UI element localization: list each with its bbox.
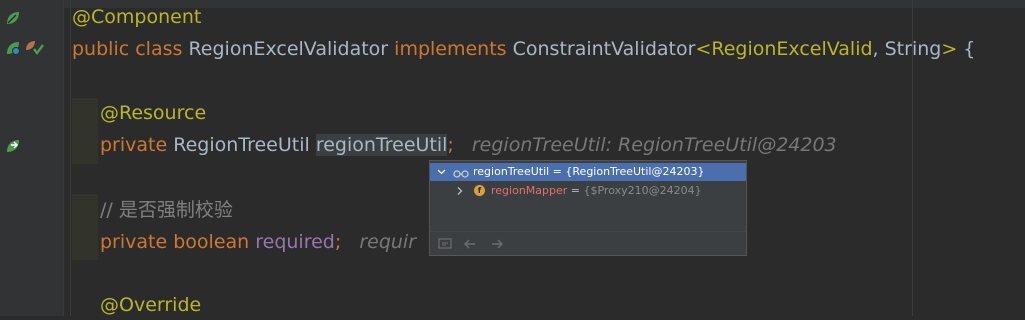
inline-debug-value: regionTreeUtil: RegionTreeUtil@24203 [471, 134, 837, 156]
type-name: RegionTreeUtil [173, 134, 310, 156]
brace-open: { [957, 38, 976, 60]
node-value: {$Proxy210@24204} [583, 184, 702, 197]
keyword-class: class [135, 38, 183, 60]
interface-name: ConstraintValidator [512, 38, 696, 60]
node-name: regionMapper [491, 184, 568, 197]
generic-type: RegionExcelValid [711, 38, 873, 60]
code-line-6[interactable]: private boolean required; requir [100, 227, 416, 257]
keyword-public: public [72, 38, 130, 60]
class-name: RegionExcelValidator [188, 38, 389, 60]
inline-debug-value: requir [359, 231, 417, 253]
field-name: required [255, 231, 335, 253]
indent-highlight [72, 194, 98, 260]
indent-guide [70, 0, 71, 316]
node-name: regionTreeUtil [473, 165, 550, 178]
code-line-2[interactable]: public class RegionExcelValidator implem… [72, 34, 975, 64]
generic-close: > [941, 38, 958, 60]
debug-value-popup[interactable]: regionTreeUtil = {RegionTreeUtil@24203} … [429, 160, 747, 256]
keyword-private: private [100, 134, 168, 156]
tree-node-regionTreeUtil[interactable]: regionTreeUtil = {RegionTreeUtil@24203} [430, 163, 746, 181]
field-name-hovered[interactable]: regionTreeUtil [315, 134, 448, 156]
keyword-boolean: boolean [173, 231, 250, 253]
indent-highlight [72, 98, 98, 164]
chevron-right-icon[interactable] [455, 182, 464, 207]
spring-bean-icon[interactable] [5, 10, 19, 24]
comment: // 是否强制校验 [100, 199, 233, 221]
spring-bean-search-icon[interactable] [5, 40, 20, 55]
keyword-private: private [100, 231, 168, 253]
navigate-arrow-icon[interactable] [5, 138, 19, 152]
generic-string: , String [872, 38, 942, 60]
annotation-resource: @Resource [100, 102, 207, 124]
back-arrow-icon[interactable] [463, 232, 477, 264]
code-line-3[interactable]: @Resource [100, 98, 206, 128]
code-line-4[interactable]: private RegionTreeUtil regionTreeUtil; r… [100, 130, 837, 160]
bean-link-icon[interactable] [25, 40, 44, 55]
node-equals: = [567, 184, 584, 197]
node-label: regionMapper = {$Proxy210@24204} [491, 182, 702, 200]
tree-node-regionMapper[interactable]: f regionMapper = {$Proxy210@24204} [430, 182, 746, 200]
semicolon: ; [447, 134, 454, 156]
code-line-5[interactable]: // 是否强制校验 [100, 195, 233, 225]
annotation-override: @Override [100, 294, 202, 316]
generic-open: < [695, 38, 712, 60]
popup-toolbar [430, 231, 746, 256]
pin-icon[interactable] [438, 232, 452, 264]
editor-gutter [0, 0, 64, 316]
node-label: regionTreeUtil = {RegionTreeUtil@24203} [473, 163, 704, 181]
field-badge-icon: f [474, 185, 485, 196]
node-equals: = [549, 165, 566, 178]
semicolon: ; [334, 231, 342, 253]
node-value: {RegionTreeUtil@24203} [565, 165, 705, 178]
annotation-component: @Component [72, 6, 202, 28]
code-line-1[interactable]: @Component [72, 2, 201, 32]
forward-arrow-icon[interactable] [490, 232, 504, 264]
keyword-implements: implements [394, 38, 507, 60]
